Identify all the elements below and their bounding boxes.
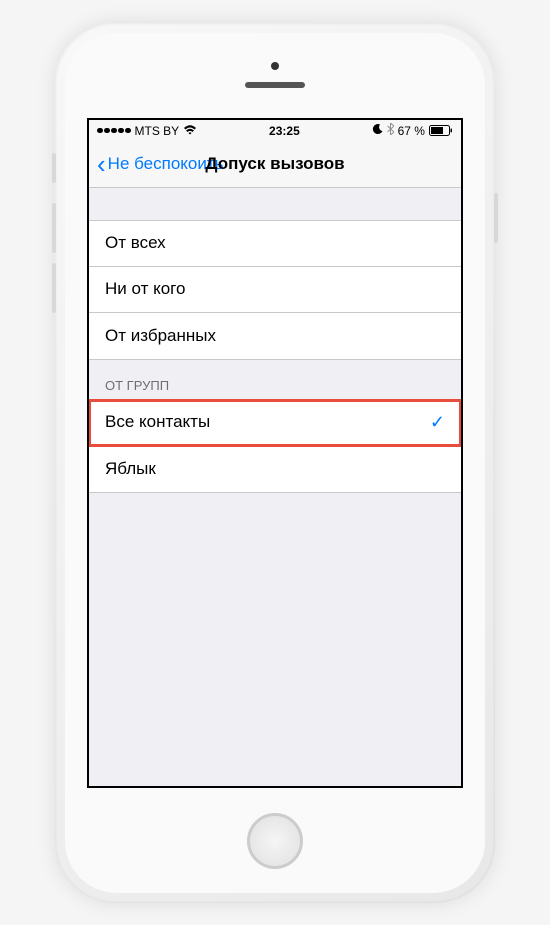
status-bar: MTS BY 23:25 67 %: [89, 120, 461, 142]
chevron-left-icon: ‹: [97, 151, 106, 177]
phone-inner: MTS BY 23:25 67 %: [65, 33, 485, 893]
screen: MTS BY 23:25 67 %: [87, 118, 463, 788]
power-button: [494, 193, 498, 243]
home-button[interactable]: [247, 813, 303, 869]
nav-bar: ‹ Не беспокоить Допуск вызовов: [89, 142, 461, 188]
option-everyone[interactable]: От всех: [89, 221, 461, 267]
section-spacer: [89, 188, 461, 220]
carrier-label: MTS BY: [135, 124, 180, 138]
phone-frame: MTS BY 23:25 67 %: [55, 23, 495, 903]
battery-percent: 67 %: [398, 124, 425, 138]
option-label: От всех: [105, 233, 166, 253]
wifi-icon: [183, 124, 197, 138]
clock: 23:25: [269, 124, 300, 138]
front-camera: [271, 62, 279, 70]
phone-top-area: [65, 33, 485, 118]
option-label: Все контакты: [105, 412, 210, 432]
moon-icon: [372, 124, 383, 138]
option-yablyk[interactable]: Яблык: [89, 446, 461, 492]
allow-calls-group: От всех Ни от кого От избранных: [89, 220, 461, 360]
bluetooth-icon: [387, 123, 394, 138]
option-label: От избранных: [105, 326, 216, 346]
option-favorites[interactable]: От избранных: [89, 313, 461, 359]
checkmark-icon: ✓: [430, 412, 445, 433]
earpiece-speaker: [245, 82, 305, 88]
groups-section-header: ОТ ГРУПП: [89, 360, 461, 399]
battery-icon: [429, 125, 453, 136]
volume-up-button: [52, 203, 56, 253]
status-right: 67 %: [372, 123, 453, 138]
option-all-contacts[interactable]: Все контакты ✓: [89, 400, 461, 446]
signal-strength-icon: [97, 128, 131, 134]
status-left: MTS BY: [97, 124, 197, 138]
volume-down-button: [52, 263, 56, 313]
option-label: Яблык: [105, 459, 156, 479]
option-no-one[interactable]: Ни от кого: [89, 267, 461, 313]
option-label: Ни от кого: [105, 279, 185, 299]
page-title: Допуск вызовов: [205, 154, 344, 174]
mute-switch: [52, 153, 56, 183]
content-area: От всех Ни от кого От избранных ОТ ГРУПП…: [89, 188, 461, 786]
groups-list: Все контакты ✓ Яблык: [89, 399, 461, 493]
